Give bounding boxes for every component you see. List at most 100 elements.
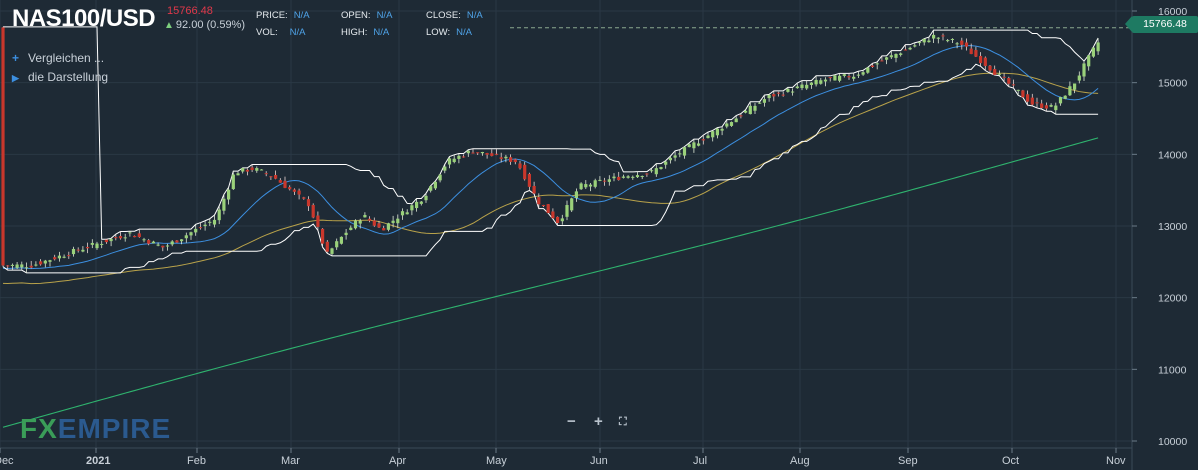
- candle-body: [485, 153, 489, 155]
- channel-upper-line: [3, 26, 1099, 240]
- candle-body: [781, 94, 785, 96]
- x-tick-label: Jul: [693, 455, 707, 467]
- stat-close: CLOSE: N/A: [426, 10, 483, 21]
- compare-button[interactable]: + Vergleichen ...: [12, 51, 104, 65]
- candle-body: [927, 40, 931, 43]
- candle-body: [692, 142, 696, 149]
- display-button[interactable]: ▶ die Darstellung: [12, 70, 108, 84]
- candle-body: [983, 57, 987, 66]
- stat-vol: VOL: N/A: [256, 27, 306, 38]
- stat-vol-label: VOL:: [256, 27, 278, 38]
- candle-body: [659, 167, 663, 170]
- candle-body: [687, 144, 691, 148]
- candle-body: [335, 241, 339, 248]
- candle-body: [133, 235, 137, 238]
- candle-body: [349, 227, 353, 230]
- candle-body: [635, 175, 640, 178]
- candle-body: [227, 189, 231, 200]
- candle-body: [104, 239, 108, 243]
- candle-body: [118, 236, 123, 239]
- candle-body: [245, 169, 249, 172]
- candle-body: [588, 184, 593, 187]
- candle-body: [960, 40, 964, 45]
- candle-body: [603, 180, 607, 182]
- stat-close-value: N/A: [466, 10, 483, 21]
- candle-body: [584, 184, 588, 188]
- zoom-in-button[interactable]: +: [594, 413, 603, 430]
- candle-body: [1077, 75, 1081, 81]
- candle-body: [462, 156, 466, 158]
- candle-body: [748, 105, 752, 115]
- candle-body: [447, 158, 452, 165]
- candle-body: [353, 220, 358, 229]
- candle-body: [758, 102, 762, 104]
- candle-body: [833, 75, 837, 81]
- candle-body: [438, 174, 442, 181]
- candlestick-chart[interactable]: 10000110001200013000140001500016000Dec20…: [0, 0, 1198, 470]
- candle-body: [184, 235, 188, 239]
- candle-body: [62, 256, 66, 258]
- candle-body: [457, 155, 461, 159]
- candle-body: [1030, 97, 1034, 105]
- candle-body: [20, 264, 24, 268]
- candle-body: [885, 57, 889, 60]
- candle-body: [302, 197, 306, 199]
- candle-body: [645, 173, 649, 175]
- stat-open: OPEN: N/A: [341, 10, 392, 21]
- candle-body: [1082, 63, 1086, 77]
- candle-body: [979, 55, 983, 64]
- candle-body: [208, 221, 212, 223]
- candle-body: [800, 84, 804, 89]
- stat-open-value: N/A: [376, 10, 393, 21]
- candle-body: [518, 163, 522, 169]
- candle-body: [880, 60, 884, 62]
- candle-body: [250, 167, 254, 171]
- x-tick-label: Oct: [1002, 455, 1019, 467]
- candle-body: [142, 239, 146, 241]
- candle-body: [109, 238, 113, 242]
- last-price-tag: 15766.48: [1125, 16, 1198, 33]
- candle-body: [678, 153, 682, 155]
- candle-body: [377, 223, 381, 228]
- candle-body: [706, 135, 710, 139]
- candle-body: [1035, 102, 1039, 104]
- stat-high-value: N/A: [373, 27, 390, 38]
- candle-body: [255, 168, 259, 171]
- candle-body: [805, 84, 809, 89]
- stat-vol-value: N/A: [289, 27, 306, 38]
- candle-body: [903, 49, 907, 51]
- candle-body: [311, 204, 315, 218]
- candle-body: [852, 76, 856, 79]
- candle-body: [593, 180, 597, 187]
- symbol-title: NAS100/USD: [12, 5, 156, 32]
- candle-body: [786, 88, 790, 92]
- candle-body: [974, 50, 978, 57]
- candle-body: [212, 219, 217, 225]
- candle-body: [494, 153, 499, 155]
- zoom-out-button[interactable]: −: [567, 413, 576, 430]
- candle-body: [170, 241, 174, 245]
- logo-fx: FX: [20, 413, 58, 444]
- candle-body: [551, 211, 555, 219]
- candle-body: [889, 55, 893, 58]
- candle-body: [908, 47, 912, 50]
- stat-close-label: CLOSE:: [426, 10, 461, 21]
- candle-body: [429, 186, 433, 191]
- candle-body: [814, 79, 818, 85]
- x-tick-label: Dec: [0, 455, 14, 467]
- candle-body: [386, 223, 390, 230]
- candle-body: [363, 214, 367, 218]
- y-tick-label: 14000: [1158, 149, 1187, 161]
- candle-body: [734, 118, 738, 123]
- fullscreen-icon[interactable]: ⛶: [619, 416, 627, 429]
- candle-body: [946, 40, 950, 42]
- candle-body: [269, 176, 273, 178]
- candle-body: [433, 181, 437, 189]
- fxempire-logo: FXEMPIRE: [20, 413, 171, 445]
- candle-body: [137, 233, 141, 238]
- candle-body: [791, 91, 795, 93]
- candle-body: [607, 179, 611, 182]
- candle-body: [753, 105, 757, 111]
- candle-body: [668, 157, 672, 161]
- candle-body: [480, 152, 484, 154]
